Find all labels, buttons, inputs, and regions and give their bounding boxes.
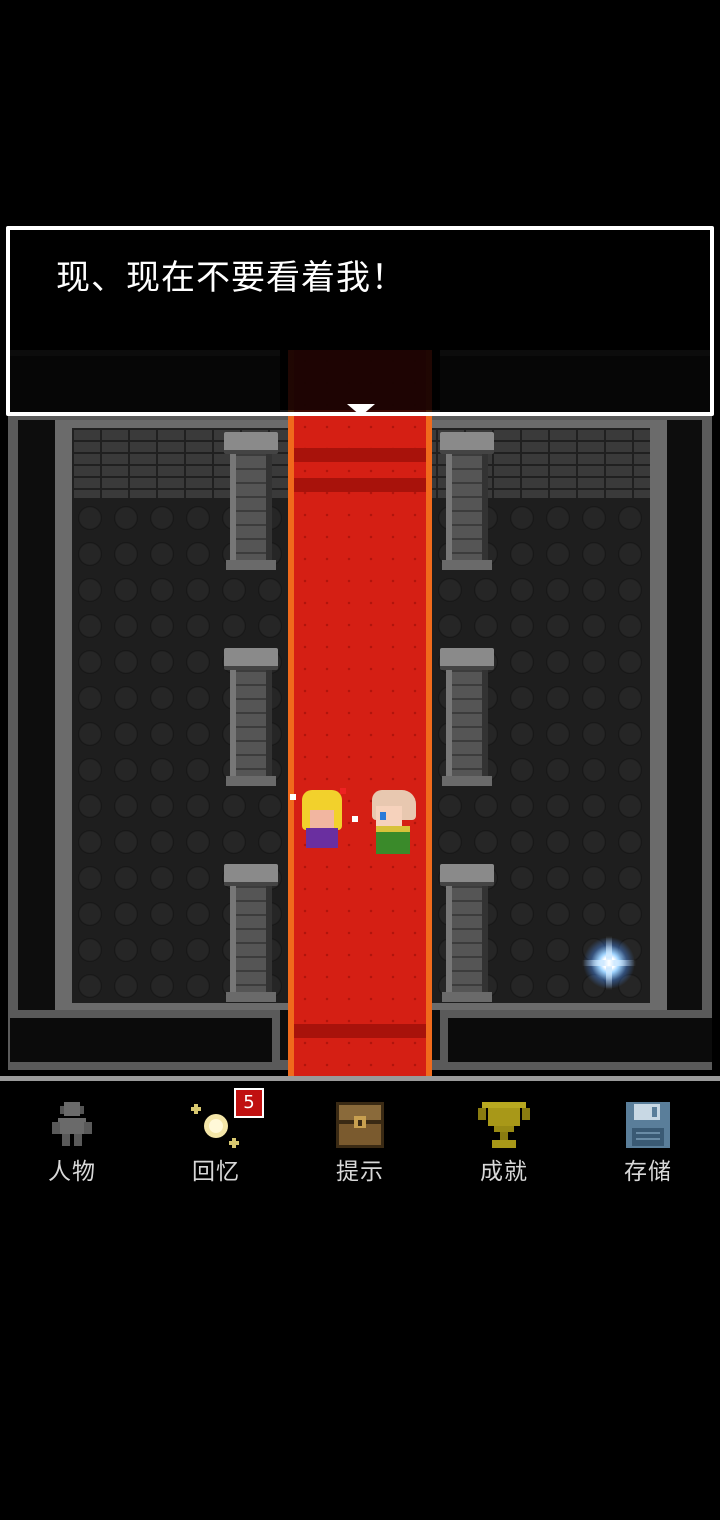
- treasure-chest-icon: [336, 1102, 384, 1148]
- stone-pillar: [440, 648, 494, 788]
- stone-pillar: [440, 864, 494, 1004]
- lower-wall-right: [440, 1010, 712, 1070]
- sweat-spark: [352, 816, 358, 822]
- bottom-menu: 人物 5 回忆 提示 成就 存储: [0, 1084, 720, 1194]
- stone-pillar: [440, 432, 494, 572]
- menu-label: 存储: [624, 1159, 672, 1185]
- floppy-disk-icon: [626, 1102, 670, 1148]
- menu-label: 提示: [336, 1159, 384, 1185]
- menu-item-memory[interactable]: 5 回忆: [144, 1084, 288, 1194]
- dialog-continue-arrow-icon: [347, 404, 375, 416]
- stone-pillar: [224, 432, 278, 572]
- menu-divider: [0, 1076, 720, 1081]
- lower-wall-left: [10, 1010, 280, 1070]
- menu-label: 成就: [480, 1159, 528, 1185]
- menu-item-achievements[interactable]: 成就: [432, 1084, 576, 1194]
- game-scene[interactable]: [0, 340, 720, 1080]
- dialog-text: 现、现在不要看着我！: [56, 258, 406, 298]
- carpet-stripe: [294, 478, 426, 492]
- blush-spark: [340, 788, 346, 794]
- menu-label: 人物: [48, 1159, 96, 1185]
- save-crystal-icon[interactable]: [582, 936, 636, 990]
- stone-pillar: [224, 864, 278, 1004]
- dialog-box[interactable]: 现、现在不要看着我！: [6, 226, 714, 416]
- carpet-stripe: [294, 1024, 426, 1038]
- menu-item-character[interactable]: 人物: [0, 1084, 144, 1194]
- stone-pillar: [224, 648, 278, 788]
- carpet-stripe: [294, 448, 426, 462]
- menu-item-save[interactable]: 存储: [576, 1084, 720, 1194]
- menu-label: 回忆: [192, 1159, 240, 1185]
- menu-item-hint[interactable]: 提示: [288, 1084, 432, 1194]
- silver-haired-character-sprite[interactable]: [368, 788, 420, 854]
- character-icon: [52, 1102, 92, 1146]
- sweat-spark: [290, 794, 296, 800]
- trophy-icon: [478, 1102, 530, 1148]
- blonde-character-sprite[interactable]: [296, 788, 348, 852]
- memory-count-badge: 5: [234, 1088, 264, 1118]
